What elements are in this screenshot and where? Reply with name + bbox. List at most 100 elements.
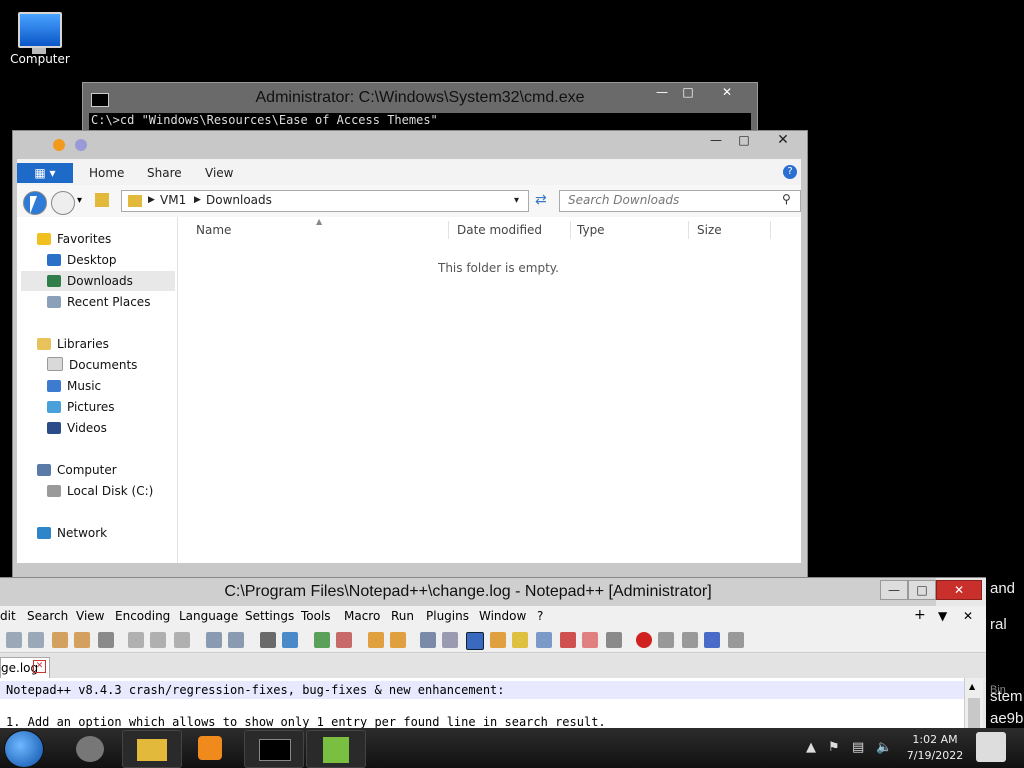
tab-view[interactable]: View: [205, 163, 233, 183]
network-tray-icon[interactable]: ▤: [852, 740, 864, 755]
taskbar-notepadpp[interactable]: [306, 730, 366, 768]
search-input[interactable]: Search Downloads ⚲: [559, 190, 801, 212]
run-macro-multiple-icon[interactable]: [704, 632, 720, 648]
close-button[interactable]: ✕: [707, 83, 747, 101]
nav-recent-places[interactable]: Recent Places: [47, 292, 150, 312]
column-divider[interactable]: [688, 221, 689, 239]
menu-language[interactable]: Language: [179, 609, 238, 623]
tab-share[interactable]: Share: [147, 163, 182, 183]
nav-desktop[interactable]: Desktop: [47, 250, 117, 270]
vertical-scrollbar[interactable]: ▲: [964, 678, 983, 734]
monitoring-icon[interactable]: [606, 632, 622, 648]
show-all-chars-icon[interactable]: [442, 632, 458, 648]
column-date-modified[interactable]: Date modified: [457, 223, 542, 237]
copy-icon[interactable]: [150, 632, 166, 648]
maximize-button[interactable]: □: [908, 580, 936, 600]
nav-documents[interactable]: Documents: [47, 355, 137, 375]
folder-workspace-icon[interactable]: [582, 632, 598, 648]
print-icon[interactable]: [98, 632, 114, 648]
menu-view[interactable]: View: [76, 609, 104, 623]
explorer-window[interactable]: — □ ✕ ▦ ▾ Home Share View ? ▾ ▶ VM1 ▶ Do…: [12, 130, 808, 580]
column-type[interactable]: Type: [577, 223, 605, 237]
menu-window[interactable]: Window: [479, 609, 526, 623]
function-list-icon[interactable]: [560, 632, 576, 648]
file-list[interactable]: Name ▲ Date modified Type Size This fold…: [178, 217, 801, 563]
nav-favorites[interactable]: Favorites: [37, 229, 111, 249]
sync-vertical-icon[interactable]: [368, 632, 384, 648]
save-macro-icon[interactable]: [728, 632, 744, 648]
find-icon[interactable]: [260, 632, 276, 648]
menu-settings[interactable]: Settings: [245, 609, 294, 623]
taskbar-cmd[interactable]: [244, 730, 304, 768]
up-folder-icon[interactable]: [95, 193, 109, 207]
nav-network[interactable]: Network: [37, 523, 107, 543]
redo-icon[interactable]: [228, 632, 244, 648]
zoom-out-icon[interactable]: [336, 632, 352, 648]
quick-access-icon[interactable]: [53, 139, 65, 151]
paste-icon[interactable]: [174, 632, 190, 648]
maximize-button[interactable]: □: [675, 83, 701, 101]
desktop-computer-icon[interactable]: Computer: [8, 8, 72, 66]
quick-access-icon[interactable]: [75, 139, 87, 151]
taskbar-explorer[interactable]: [122, 730, 182, 768]
replace-icon[interactable]: [282, 632, 298, 648]
save-all-icon[interactable]: [28, 632, 44, 648]
action-center-icon[interactable]: ⚑: [828, 740, 840, 755]
close-button[interactable]: ✕: [936, 580, 982, 600]
history-dropdown-icon[interactable]: ▾: [77, 195, 82, 206]
doc-list-icon[interactable]: [536, 632, 552, 648]
column-name[interactable]: Name: [196, 223, 231, 237]
word-wrap-icon[interactable]: [420, 632, 436, 648]
nav-music[interactable]: Music: [47, 376, 101, 396]
sync-horizontal-icon[interactable]: [390, 632, 406, 648]
cut-icon[interactable]: [128, 632, 144, 648]
breadcrumb-vm1[interactable]: VM1: [160, 193, 186, 207]
zoom-in-icon[interactable]: [314, 632, 330, 648]
tab-change-log[interactable]: ge.log ✕: [0, 657, 50, 678]
save-icon[interactable]: [6, 632, 22, 648]
file-menu-button[interactable]: ▦ ▾: [17, 163, 73, 183]
menu-encoding[interactable]: Encoding: [115, 609, 170, 623]
user-avatar[interactable]: [976, 732, 1006, 762]
record-macro-icon[interactable]: [636, 632, 652, 648]
search-icon[interactable]: ⚲: [782, 192, 791, 206]
explorer-titlebar[interactable]: — □ ✕: [13, 131, 807, 159]
doc-map-icon[interactable]: [512, 632, 528, 648]
close-icon[interactable]: [52, 632, 68, 648]
notepadpp-window[interactable]: C:\Program Files\Notepad++\change.log - …: [0, 577, 986, 734]
taskbar-app-raccoon[interactable]: [62, 730, 120, 766]
udl-icon[interactable]: [490, 632, 506, 648]
nav-videos[interactable]: Videos: [47, 418, 107, 438]
close-all-icon[interactable]: [74, 632, 90, 648]
nav-libraries[interactable]: Libraries: [37, 334, 109, 354]
nav-pictures[interactable]: Pictures: [47, 397, 115, 417]
menu-help[interactable]: ?: [537, 609, 543, 623]
minimize-button[interactable]: —: [649, 83, 675, 101]
menu-edit[interactable]: dit: [0, 609, 16, 623]
column-divider[interactable]: [570, 221, 571, 239]
close-doc-icon[interactable]: ✕: [963, 609, 973, 623]
menu-run[interactable]: Run: [391, 609, 414, 623]
scroll-thumb[interactable]: [968, 698, 980, 728]
menu-tools[interactable]: Tools: [301, 609, 331, 623]
scroll-up-icon[interactable]: ▲: [969, 682, 975, 691]
address-dropdown-icon[interactable]: ▾: [514, 195, 519, 206]
tab-home[interactable]: Home: [89, 163, 124, 183]
tray-expand-icon[interactable]: ▲: [806, 740, 816, 755]
menu-macro[interactable]: Macro: [344, 609, 380, 623]
undo-icon[interactable]: [206, 632, 222, 648]
forward-button[interactable]: [51, 191, 75, 215]
tab-close-icon[interactable]: ✕: [33, 660, 46, 673]
help-icon[interactable]: ?: [783, 165, 797, 179]
address-bar[interactable]: ▶ VM1 ▶ Downloads ▾: [121, 190, 529, 212]
menu-plugins[interactable]: Plugins: [426, 609, 469, 623]
editor-area[interactable]: Notepad++ v8.4.3 crash/regression-fixes,…: [0, 678, 970, 734]
nav-computer[interactable]: Computer: [37, 460, 117, 480]
nav-local-disk[interactable]: Local Disk (C:): [47, 481, 153, 501]
minimize-button[interactable]: —: [880, 580, 908, 600]
play-macro-icon[interactable]: [682, 632, 698, 648]
nav-downloads[interactable]: Downloads: [21, 271, 175, 291]
new-tab-icon[interactable]: +: [914, 607, 926, 623]
close-button[interactable]: ✕: [763, 131, 803, 149]
column-size[interactable]: Size: [697, 223, 722, 237]
